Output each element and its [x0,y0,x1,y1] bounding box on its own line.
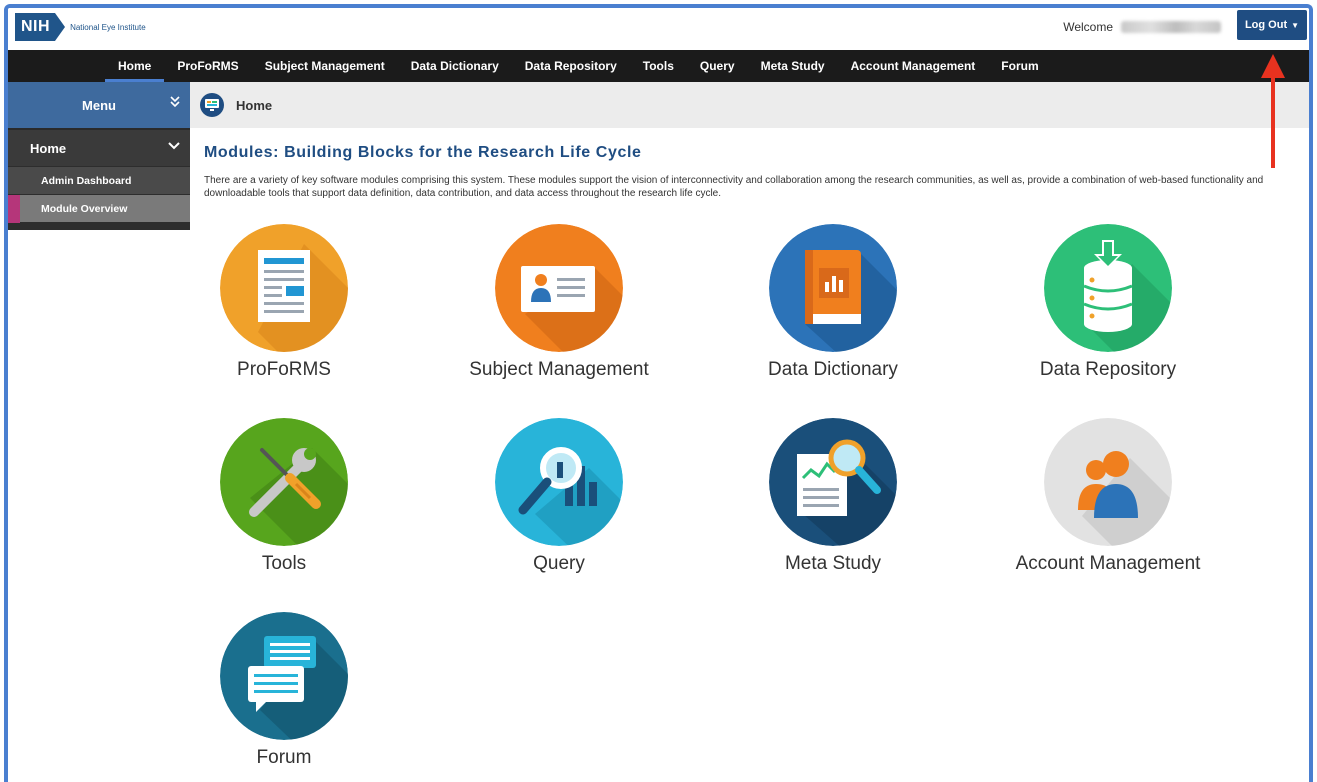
module-tile-forum[interactable]: Forum [174,612,394,770]
module-label: Account Management [1015,553,1201,574]
nav-forum[interactable]: Forum [988,50,1051,82]
module-tile-account-management[interactable]: Account Management [998,418,1218,576]
module-label: Query [533,553,585,574]
chat-bubbles-icon[interactable] [220,612,348,740]
monitor-icon [200,93,224,117]
nav-proforms[interactable]: ProFoRMS [164,50,251,82]
welcome-message: Welcome [1063,20,1221,34]
nav-tools[interactable]: Tools [630,50,687,82]
module-label: Data Dictionary [768,359,898,380]
annotation-arrow-icon [1261,54,1285,168]
nih-logo-mark: NIH [15,13,56,41]
module-label: Forum [256,747,312,768]
module-tile-proforms[interactable]: ProFoRMS [174,224,394,382]
book-chart-icon[interactable] [769,224,897,352]
id-card-icon[interactable] [495,224,623,352]
module-tile-query[interactable]: Query [449,418,669,576]
module-tile-tools[interactable]: Tools [174,418,394,576]
module-label: Tools [261,553,307,574]
module-tile-data-repository[interactable]: Data Repository [998,224,1218,382]
module-tile-meta-study[interactable]: Meta Study [723,418,943,576]
module-label: Subject Management [469,359,649,380]
magnifier-chart-icon[interactable] [495,418,623,546]
logout-button[interactable]: Log Out ▼ [1237,10,1307,40]
redacted-username [1121,21,1221,33]
sidebar-item-admin-dashboard[interactable]: Admin Dashboard [8,166,190,194]
database-download-icon[interactable] [1044,224,1172,352]
chevron-down-icon [168,141,180,153]
sidebar: Menu Home Admin Dashboard Module Overvie… [8,82,190,230]
module-tile-subject-management[interactable]: Subject Management [449,224,669,382]
sidebar-item-home[interactable]: Home [8,128,190,166]
menu-label: Menu [82,97,116,113]
nav-data-dictionary[interactable]: Data Dictionary [398,50,512,82]
institute-name: National Eye Institute [70,22,146,32]
sidebar-menu-header[interactable]: Menu [8,82,190,128]
nav-meta-study[interactable]: Meta Study [748,50,838,82]
sidebar-home-label: Home [30,140,67,156]
nav-home[interactable]: Home [105,50,164,82]
nih-logo[interactable]: NIH National Eye Institute [15,13,146,41]
logout-label: Log Out [1244,19,1288,31]
page-title: Modules: Building Blocks for the Researc… [204,144,642,161]
module-label: Meta Study [784,553,882,574]
wrench-screwdriver-icon[interactable] [220,418,348,546]
top-bar: NIH National Eye Institute Welcome Log O… [8,8,1309,50]
module-label: Data Repository [1039,359,1177,380]
document-icon[interactable] [220,224,348,352]
module-label: ProFoRMS [237,359,331,380]
sidebar-item-module-overview[interactable]: Module Overview [8,194,190,223]
nih-logo-chevron [55,13,66,41]
nav-subject-management[interactable]: Subject Management [252,50,398,82]
caret-down-icon: ▼ [1291,20,1300,30]
welcome-label: Welcome [1063,20,1113,34]
report-magnifier-icon[interactable] [769,418,897,546]
module-tile-data-dictionary[interactable]: Data Dictionary [723,224,943,382]
nav-account-management[interactable]: Account Management [838,50,989,82]
page-description: There are a variety of key software modu… [204,175,1264,199]
nav-query[interactable]: Query [687,50,748,82]
main-nav: Home ProFoRMS Subject Management Data Di… [8,50,1309,82]
collapse-double-chevron-icon[interactable] [170,96,180,111]
nav-data-repository[interactable]: Data Repository [512,50,630,82]
breadcrumb-home[interactable]: Home [236,98,272,113]
users-icon[interactable] [1044,418,1172,546]
app-frame: NIH National Eye Institute Welcome Log O… [4,4,1313,782]
breadcrumb: Home [190,82,1309,128]
